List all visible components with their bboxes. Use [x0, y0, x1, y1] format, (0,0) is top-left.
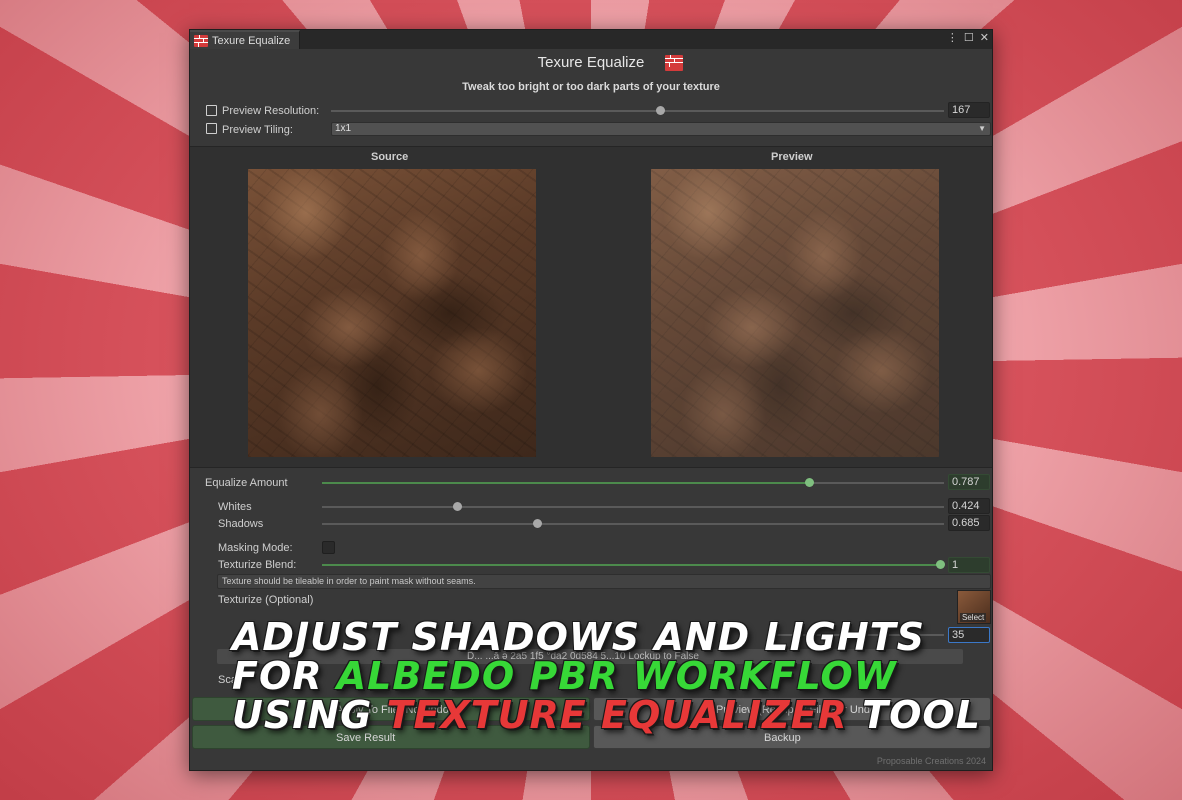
- tileable-hint: Texture should be tileable in order to p…: [217, 574, 991, 589]
- headline-line-2-prefix: FOR: [232, 654, 337, 698]
- whites-field[interactable]: 0.424: [948, 498, 990, 514]
- whites-handle[interactable]: [453, 502, 462, 511]
- preview-resolution-track[interactable]: [331, 110, 944, 112]
- preview-area: Source Preview: [190, 147, 992, 467]
- texturize-blend-label: Texturize Blend:: [218, 559, 297, 571]
- headline-line-3-highlight: TEXTURE EQUALIZER: [386, 693, 848, 737]
- preview-heading: Preview: [771, 151, 813, 163]
- source-texture-image: [248, 169, 536, 457]
- chevron-down-icon: ▼: [978, 124, 986, 133]
- footer-credit: Proposable Creations 2024: [876, 756, 986, 766]
- headline-line-3: USING TEXTURE EQUALIZER TOOL: [232, 693, 980, 737]
- preview-resolution-handle[interactable]: [656, 106, 665, 115]
- select-texture-button[interactable]: Select: [960, 613, 987, 622]
- tab-bar: Texure Equalize ⋮ ☐ ✕: [190, 30, 992, 49]
- shadows-label: Shadows: [218, 518, 264, 530]
- equalize-amount-field[interactable]: 0.787: [948, 474, 990, 490]
- shadows-track[interactable]: [322, 523, 944, 525]
- shadows-field[interactable]: 0.685: [948, 515, 990, 531]
- headline-line-1: ADJUST SHADOWS AND LIGHTS: [232, 615, 926, 659]
- whites-track[interactable]: [322, 506, 944, 508]
- whites-label: Whites: [218, 501, 252, 513]
- headline-line-3-prefix: USING: [232, 693, 387, 737]
- window-controls: ⋮ ☐ ✕: [947, 31, 989, 44]
- divider: [190, 467, 992, 468]
- preview-resolution-label: Preview Resolution:: [222, 105, 320, 117]
- preview-tiling-dropdown[interactable]: 1x1 ▼: [331, 122, 991, 136]
- shadows-handle[interactable]: [533, 519, 542, 528]
- kebab-menu-icon[interactable]: ⋮: [947, 31, 958, 44]
- texturize-blend-fill: [322, 564, 940, 566]
- texturize-texture-slot[interactable]: Select: [957, 590, 991, 624]
- headline-line-2-highlight: ALBEDO PBR WORKFLOW: [336, 654, 897, 698]
- tab-label: Texure Equalize: [212, 34, 291, 47]
- masking-mode-label: Masking Mode:: [218, 542, 293, 554]
- brick-wall-icon: [194, 34, 208, 47]
- masking-mode-checkbox[interactable]: [322, 541, 335, 554]
- equalize-amount-fill: [322, 482, 812, 484]
- page-title: Texure Equalize: [537, 54, 645, 71]
- grid-icon: [206, 123, 217, 134]
- preview-resolution-field[interactable]: 167: [948, 102, 990, 118]
- texturize-blend-field[interactable]: 1: [948, 557, 990, 573]
- texturize-label: Texturize (Optional): [218, 594, 314, 606]
- preview-tiling-value: 1x1: [335, 123, 352, 134]
- headline-line-2: FOR ALBEDO PBR WORKFLOW: [232, 657, 952, 696]
- source-heading: Source: [371, 151, 409, 163]
- preview-tiling-label: Preview Tiling:: [222, 124, 293, 136]
- page-subtitle: Tweak too bright or too dark parts of yo…: [462, 81, 720, 93]
- brick-wall-icon: [665, 55, 683, 71]
- maximize-icon[interactable]: ☐: [964, 31, 974, 44]
- promo-headline: ADJUST SHADOWS AND LIGHTS FOR ALBEDO PBR…: [232, 615, 980, 737]
- headline-line-3-suffix: TOOL: [847, 693, 981, 737]
- tab-texure-equalize[interactable]: Texure Equalize: [190, 30, 300, 49]
- equalize-amount-handle[interactable]: [805, 478, 814, 487]
- texturize-blend-handle[interactable]: [936, 560, 945, 569]
- close-icon[interactable]: ✕: [980, 31, 989, 44]
- tile-field[interactable]: 35: [948, 627, 990, 643]
- equalize-amount-label: Equalize Amount: [205, 477, 288, 489]
- resize-icon: [206, 105, 217, 116]
- preview-texture-image: [651, 169, 939, 457]
